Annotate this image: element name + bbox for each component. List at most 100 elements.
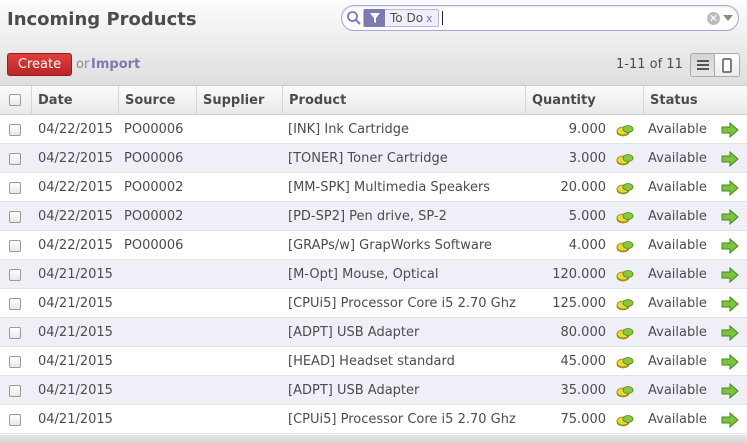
- table-row[interactable]: 04/22/2015 PO00006 [INK] Ink Cartridge 9…: [0, 115, 747, 144]
- table-row[interactable]: 04/22/2015 PO00002 [MM-SPK] Multimedia S…: [0, 173, 747, 202]
- cell-date: 04/21/2015: [38, 296, 113, 311]
- search-dropdown-icon[interactable]: [723, 15, 733, 21]
- list-view-icon: [696, 60, 709, 70]
- row-checkbox[interactable]: [9, 356, 21, 368]
- search-input[interactable]: [442, 11, 443, 25]
- green-arrow-icon[interactable]: [721, 151, 739, 167]
- coins-icon[interactable]: [616, 239, 634, 253]
- column-status[interactable]: Status: [643, 86, 747, 115]
- pager-value[interactable]: 1-11 of 11: [616, 57, 683, 72]
- cell-source: PO00006: [124, 122, 184, 137]
- table-row[interactable]: 04/21/2015 [CPUi5] Processor Core i5 2.7…: [0, 289, 747, 318]
- cell-status: Available: [648, 383, 707, 398]
- green-arrow-icon[interactable]: [721, 122, 739, 138]
- cell-quantity: 35.000: [560, 383, 607, 398]
- green-arrow-icon[interactable]: [721, 325, 739, 341]
- control-panel: Incoming Products To Do x × Create or Im…: [0, 0, 747, 86]
- green-arrow-icon[interactable]: [721, 180, 739, 196]
- table-row[interactable]: 04/22/2015 PO00002 [PD-SP2] Pen drive, S…: [0, 202, 747, 231]
- list-view-button[interactable]: [691, 54, 716, 76]
- magnifier-icon: [347, 11, 361, 25]
- select-all-checkbox[interactable]: [9, 94, 21, 106]
- cell-product: [ADPT] USB Adapter: [288, 383, 420, 398]
- form-view-button[interactable]: [715, 54, 739, 76]
- cell-quantity: 75.000: [560, 412, 607, 427]
- row-checkbox[interactable]: [9, 211, 21, 223]
- green-arrow-icon[interactable]: [721, 354, 739, 370]
- row-checkbox[interactable]: [9, 385, 21, 397]
- cell-status: Available: [648, 267, 707, 282]
- create-button[interactable]: Create: [7, 53, 72, 76]
- cell-quantity: 9.000: [568, 122, 606, 137]
- search-facet-to-do[interactable]: To Do x: [363, 9, 439, 27]
- cell-source: PO00002: [124, 180, 184, 195]
- column-quantity[interactable]: Quantity: [525, 86, 643, 115]
- coins-icon[interactable]: [616, 297, 634, 311]
- or-text: or: [76, 57, 90, 72]
- cell-product: [HEAD] Headset standard: [288, 354, 455, 369]
- table-row[interactable]: 04/21/2015 [ADPT] USB Adapter 35.000 Ava…: [0, 376, 747, 405]
- coins-icon[interactable]: [616, 326, 634, 340]
- row-checkbox[interactable]: [9, 153, 21, 165]
- table-row[interactable]: 04/21/2015 [M-Opt] Mouse, Optical 120.00…: [0, 260, 747, 289]
- coins-icon[interactable]: [616, 413, 634, 427]
- clear-search-icon[interactable]: ×: [707, 12, 720, 25]
- coins-icon[interactable]: [616, 210, 634, 224]
- row-checkbox[interactable]: [9, 414, 21, 426]
- column-supplier[interactable]: Supplier: [196, 86, 282, 115]
- cell-product: [GRAPs/w] GrapWorks Software: [288, 238, 492, 253]
- coins-icon[interactable]: [616, 152, 634, 166]
- row-checkbox[interactable]: [9, 182, 21, 194]
- table-body: 04/22/2015 PO00006 [INK] Ink Cartridge 9…: [0, 115, 747, 434]
- view-switcher: [690, 53, 740, 77]
- search-box[interactable]: To Do x ×: [341, 5, 739, 31]
- row-checkbox[interactable]: [9, 240, 21, 252]
- row-checkbox[interactable]: [9, 124, 21, 136]
- cell-quantity: 3.000: [568, 151, 606, 166]
- cell-status: Available: [648, 354, 707, 369]
- facet-remove-button[interactable]: x: [426, 12, 438, 25]
- coins-icon[interactable]: [616, 384, 634, 398]
- cell-date: 04/22/2015: [38, 238, 113, 253]
- row-checkbox[interactable]: [9, 269, 21, 281]
- green-arrow-icon[interactable]: [721, 383, 739, 399]
- page-title: Incoming Products: [7, 9, 197, 30]
- green-arrow-icon[interactable]: [721, 412, 739, 428]
- import-link[interactable]: Import: [91, 57, 140, 72]
- cell-date: 04/21/2015: [38, 412, 113, 427]
- cell-status: Available: [648, 122, 707, 137]
- cell-product: [INK] Ink Cartridge: [288, 122, 410, 137]
- cell-product: [PD-SP2] Pen drive, SP-2: [288, 209, 447, 224]
- cell-product: [M-Opt] Mouse, Optical: [288, 267, 439, 282]
- green-arrow-icon[interactable]: [721, 296, 739, 312]
- table-row[interactable]: 04/21/2015 [HEAD] Headset standard 45.00…: [0, 347, 747, 376]
- green-arrow-icon[interactable]: [721, 209, 739, 225]
- row-checkbox[interactable]: [9, 327, 21, 339]
- cell-date: 04/21/2015: [38, 383, 113, 398]
- cell-quantity: 45.000: [560, 354, 607, 369]
- cell-status: Available: [648, 296, 707, 311]
- coins-icon[interactable]: [616, 123, 634, 137]
- cell-status: Available: [648, 238, 707, 253]
- coins-icon[interactable]: [616, 355, 634, 369]
- cell-quantity: 5.000: [568, 209, 606, 224]
- facet-label: To Do: [390, 11, 424, 25]
- cell-status: Available: [648, 325, 707, 340]
- coins-icon[interactable]: [616, 268, 634, 282]
- table-row[interactable]: 04/21/2015 [ADPT] USB Adapter 80.000 Ava…: [0, 318, 747, 347]
- row-checkbox[interactable]: [9, 298, 21, 310]
- cell-quantity: 125.000: [552, 296, 606, 311]
- green-arrow-icon[interactable]: [721, 238, 739, 254]
- column-product[interactable]: Product: [282, 86, 525, 115]
- green-arrow-icon[interactable]: [721, 267, 739, 283]
- coins-icon[interactable]: [616, 181, 634, 195]
- cell-quantity: 20.000: [560, 180, 607, 195]
- cell-product: [TONER] Toner Cartridge: [288, 151, 448, 166]
- table-row[interactable]: 04/21/2015 [CPUi5] Processor Core i5 2.7…: [0, 405, 747, 434]
- cell-quantity: 120.000: [552, 267, 606, 282]
- column-date[interactable]: Date: [31, 86, 118, 115]
- table-row[interactable]: 04/22/2015 PO00006 [TONER] Toner Cartrid…: [0, 144, 747, 173]
- column-source[interactable]: Source: [118, 86, 196, 115]
- cell-date: 04/22/2015: [38, 151, 113, 166]
- table-row[interactable]: 04/22/2015 PO00006 [GRAPs/w] GrapWorks S…: [0, 231, 747, 260]
